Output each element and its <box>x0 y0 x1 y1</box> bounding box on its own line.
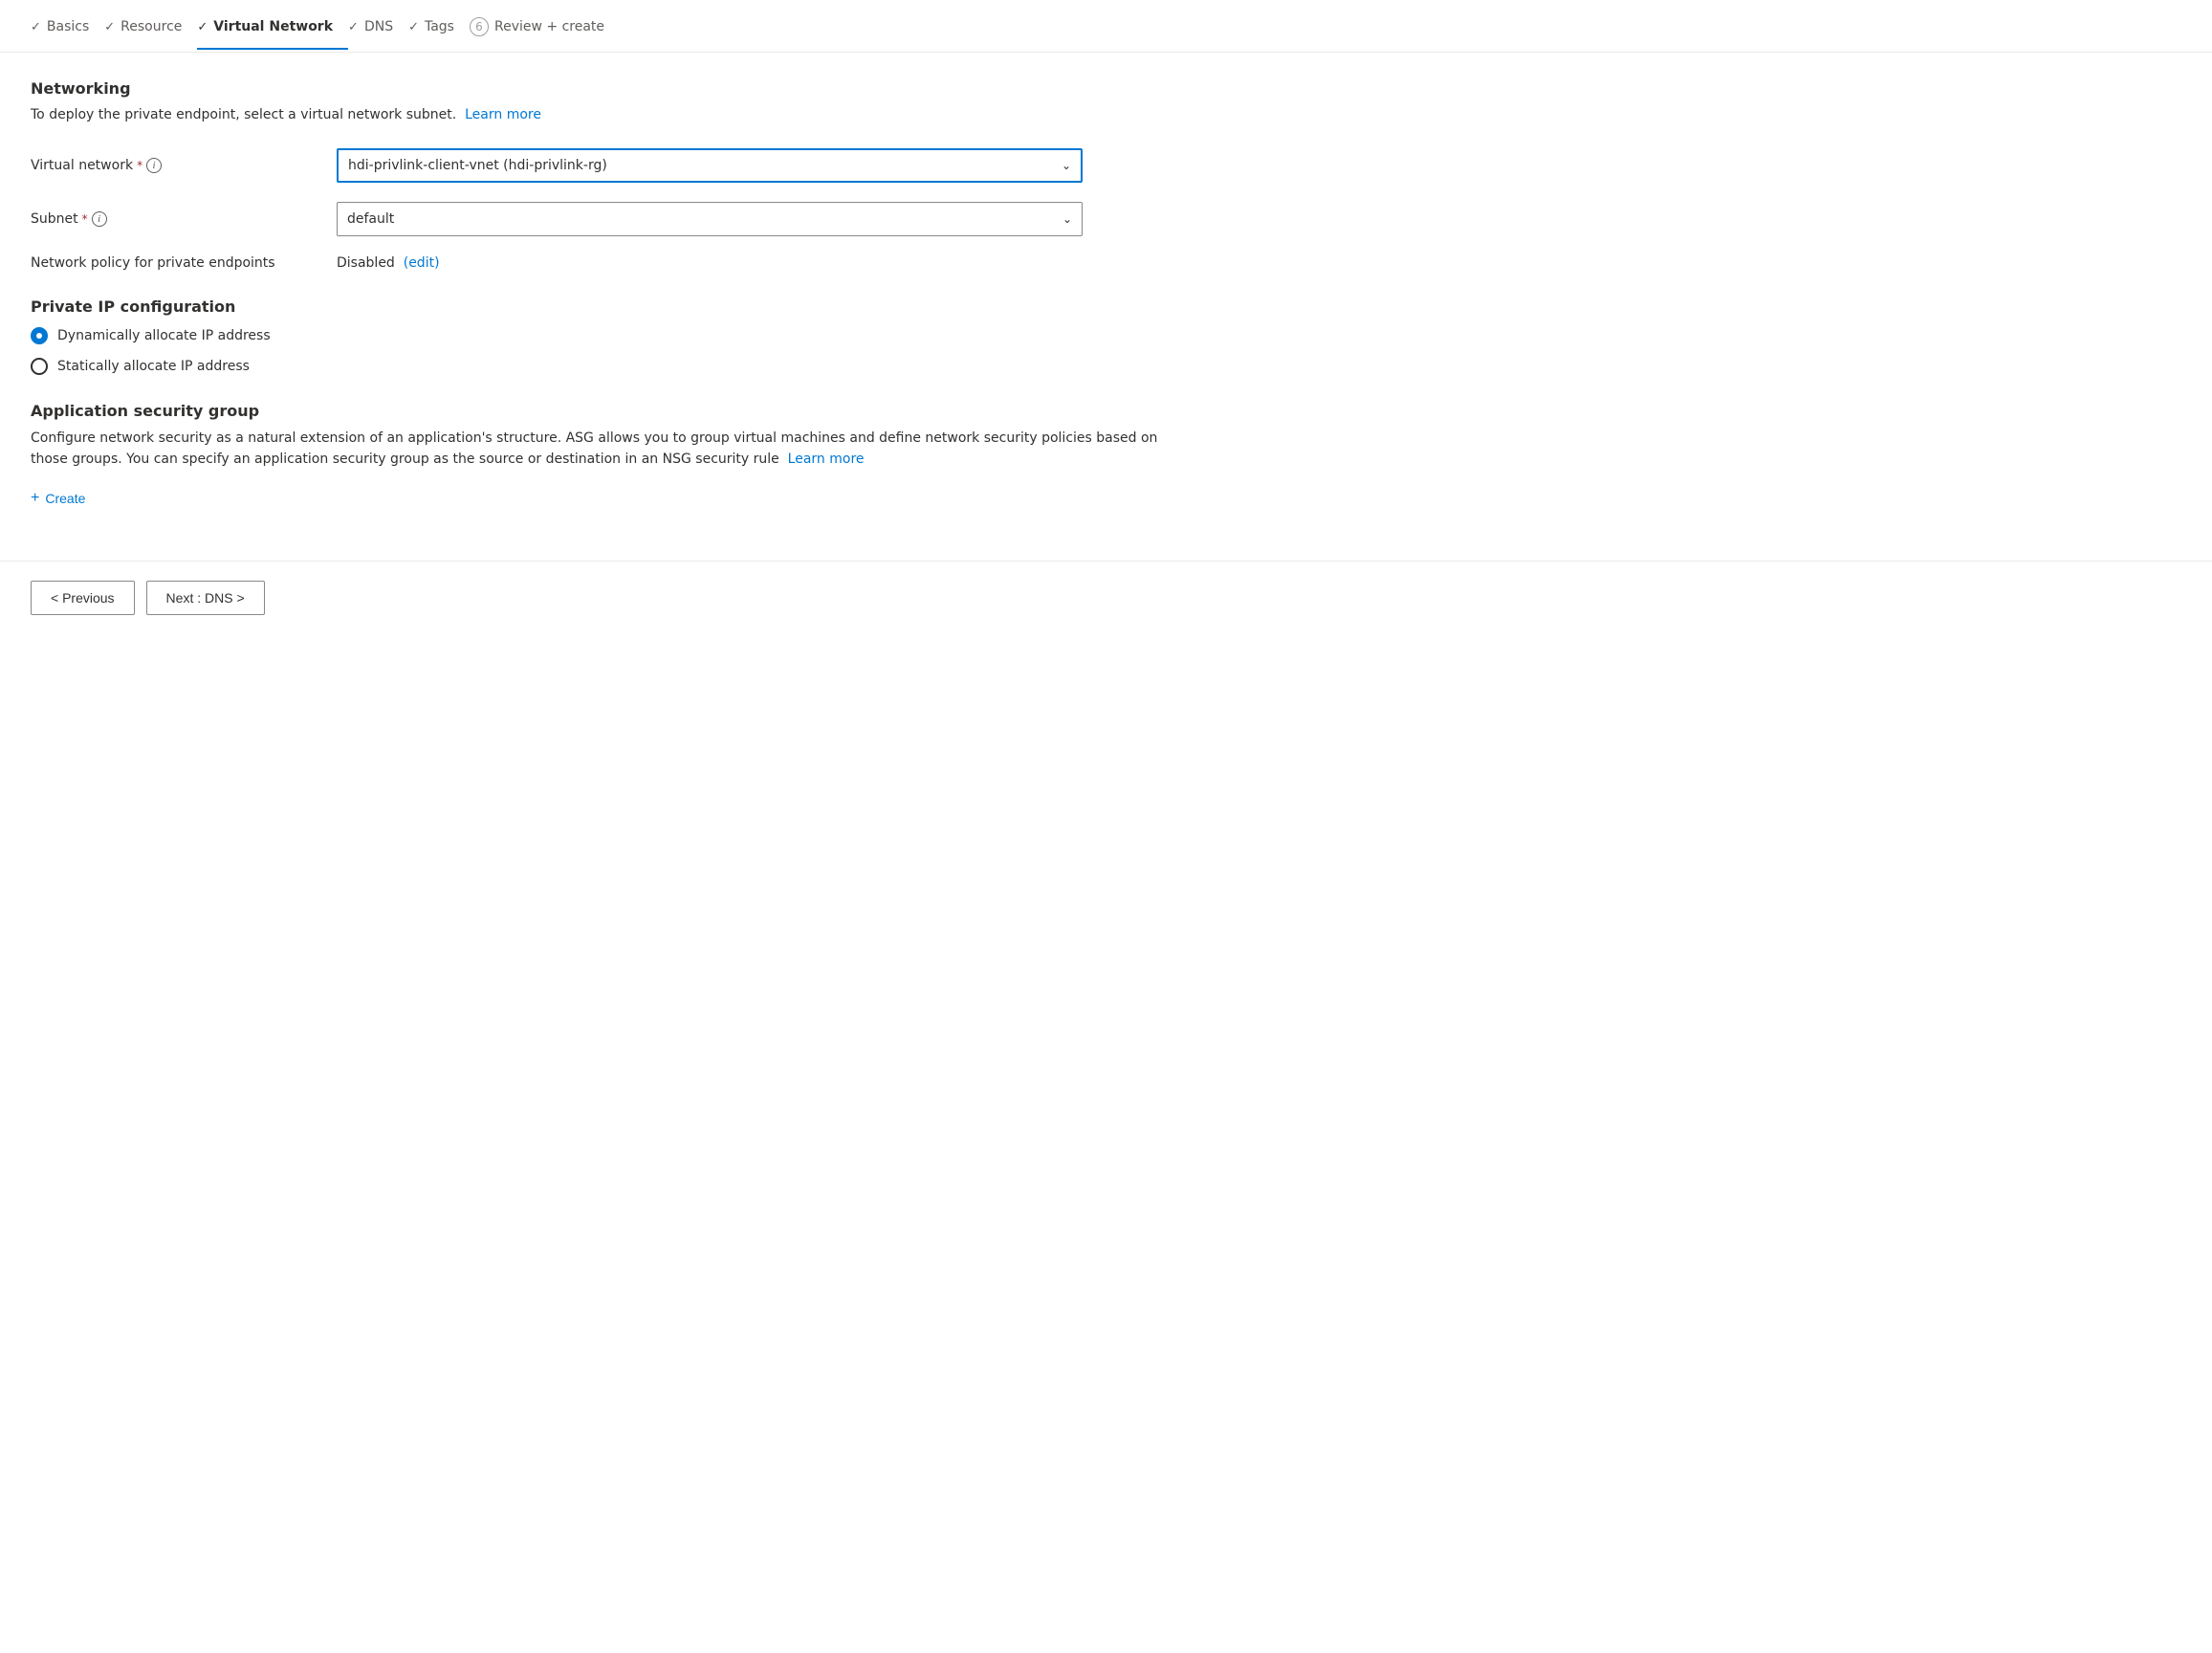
asg-section: Application security group Configure net… <box>31 402 1213 507</box>
check-icon-dns: ✓ <box>348 20 359 34</box>
nav-label-virtual-network: Virtual Network <box>213 19 333 34</box>
radio-static[interactable]: Statically allocate IP address <box>31 358 1213 375</box>
subnet-value: default <box>347 211 394 227</box>
private-ip-section: Private IP configuration Dynamically all… <box>31 298 1213 375</box>
check-icon-virtual-network: ✓ <box>197 20 208 34</box>
subnet-label: Subnet * i <box>31 211 337 227</box>
plus-icon: + <box>31 490 39 507</box>
radio-dynamic-label: Dynamically allocate IP address <box>57 328 271 343</box>
check-icon-tags: ✓ <box>408 20 419 34</box>
subnet-dropdown[interactable]: default ⌄ <box>337 202 1083 236</box>
network-policy-edit-link[interactable]: (edit) <box>404 255 440 271</box>
network-policy-row: Network policy for private endpoints Dis… <box>31 255 1213 271</box>
nav-label-dns: DNS <box>364 19 393 34</box>
private-ip-title: Private IP configuration <box>31 298 1213 316</box>
nav-step-virtual-network[interactable]: ✓ Virtual Network <box>197 19 348 50</box>
virtual-network-control: hdi-privlink-client-vnet (hdi-privlink-r… <box>337 148 1083 183</box>
chevron-down-icon-subnet: ⌄ <box>1062 212 1072 226</box>
required-star-subnet: * <box>82 212 88 226</box>
asg-learn-more[interactable]: Learn more <box>788 452 865 467</box>
nav-step-dns[interactable]: ✓ DNS <box>348 19 408 50</box>
check-icon-resource: ✓ <box>104 20 115 34</box>
virtual-network-dropdown[interactable]: hdi-privlink-client-vnet (hdi-privlink-r… <box>337 148 1083 183</box>
nav-step-tags[interactable]: ✓ Tags <box>408 19 470 50</box>
nav-step-review-create[interactable]: 6 Review + create <box>470 17 620 52</box>
main-content: Networking To deploy the private endpoin… <box>0 53 1243 561</box>
nav-label-tags: Tags <box>425 19 454 34</box>
network-policy-value: Disabled (edit) <box>337 255 440 271</box>
info-icon-subnet[interactable]: i <box>92 211 107 227</box>
subnet-control: default ⌄ <box>337 202 1083 236</box>
networking-title: Networking <box>31 79 1213 98</box>
virtual-network-label: Virtual network * i <box>31 158 337 173</box>
asg-title: Application security group <box>31 402 1213 420</box>
nav-step-basics[interactable]: ✓ Basics <box>31 19 104 50</box>
wizard-nav: ✓ Basics ✓ Resource ✓ Virtual Network ✓ … <box>0 0 2212 53</box>
create-asg-button[interactable]: + Create <box>31 490 85 507</box>
nav-step-resource[interactable]: ✓ Resource <box>104 19 197 50</box>
radio-group-ip: Dynamically allocate IP address Statical… <box>31 327 1213 375</box>
info-icon-vnet[interactable]: i <box>146 158 162 173</box>
radio-circle-dynamic <box>31 327 48 344</box>
asg-desc: Configure network security as a natural … <box>31 428 1178 471</box>
nav-label-resource: Resource <box>120 19 182 34</box>
radio-static-label: Statically allocate IP address <box>57 359 250 374</box>
networking-learn-more[interactable]: Learn more <box>465 107 541 122</box>
virtual-network-value: hdi-privlink-client-vnet (hdi-privlink-r… <box>348 158 607 173</box>
footer: < Previous Next : DNS > <box>0 561 2212 634</box>
check-icon-basics: ✓ <box>31 20 41 34</box>
networking-desc: To deploy the private endpoint, select a… <box>31 105 1213 125</box>
next-button[interactable]: Next : DNS > <box>146 581 265 615</box>
nav-label-review-create: Review + create <box>494 19 604 34</box>
network-policy-label: Network policy for private endpoints <box>31 255 337 271</box>
subnet-row: Subnet * i default ⌄ <box>31 202 1213 236</box>
nav-label-basics: Basics <box>47 19 89 34</box>
previous-button[interactable]: < Previous <box>31 581 135 615</box>
virtual-network-row: Virtual network * i hdi-privlink-client-… <box>31 148 1213 183</box>
chevron-down-icon-vnet: ⌄ <box>1062 159 1071 172</box>
step-number-review: 6 <box>470 17 489 36</box>
radio-dynamic[interactable]: Dynamically allocate IP address <box>31 327 1213 344</box>
required-star-vnet: * <box>137 159 142 172</box>
radio-circle-static <box>31 358 48 375</box>
